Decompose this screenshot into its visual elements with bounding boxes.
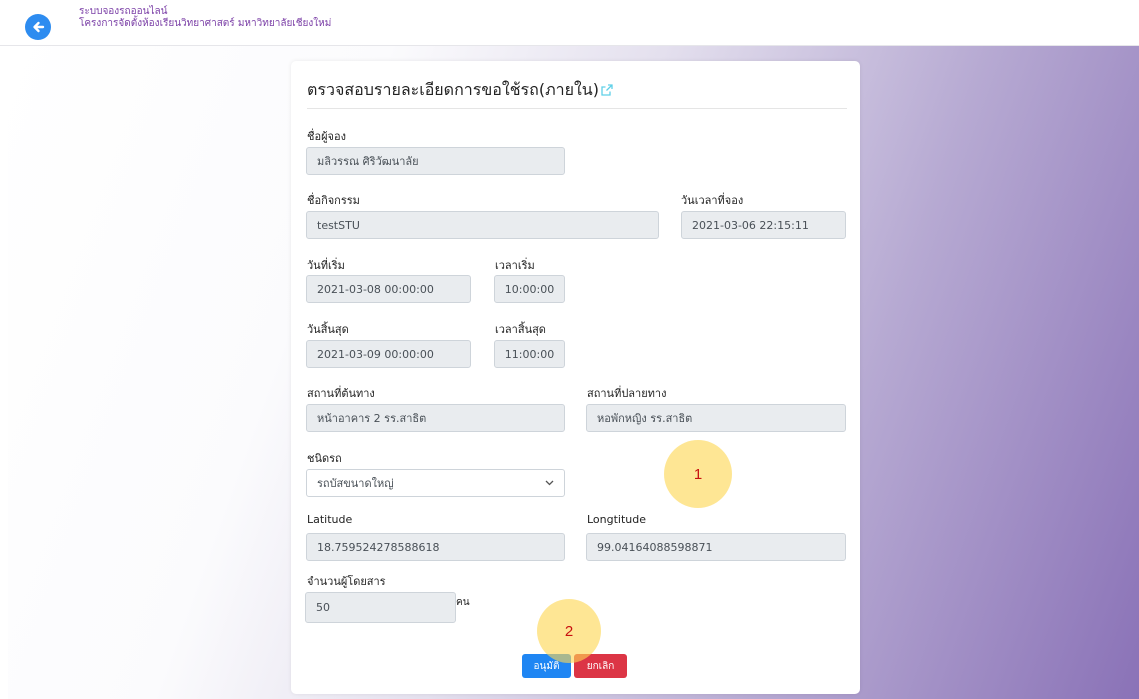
chevron-down-icon xyxy=(545,480,554,486)
annotation-marker-2: 2 xyxy=(537,599,601,663)
back-button[interactable] xyxy=(25,14,51,40)
longitude-field[interactable]: 99.04164088598871 xyxy=(586,533,846,561)
booked-at-field[interactable]: 2021-03-06 22:15:11 xyxy=(681,211,846,239)
origin-field[interactable]: หน้าอาคาร 2 รร.สาธิต xyxy=(306,404,565,432)
booker-label: ชื่อผู้จอง xyxy=(307,130,346,143)
destination-field[interactable]: หอพักหญิง รร.สาธิต xyxy=(586,404,846,432)
start-date-label: วันที่เริ่ม xyxy=(307,259,345,272)
divider xyxy=(307,108,847,109)
top-bar: ระบบจองรถออนไลน์ โครงการจัดตั้งห้องเรียน… xyxy=(0,0,1139,46)
vehicle-selected: รถบัสขนาดใหญ่ xyxy=(317,477,394,490)
arrow-left-icon xyxy=(33,21,45,33)
brand-line1: ระบบจองรถออนไลน์ xyxy=(79,6,168,17)
latitude-field[interactable]: 18.759524278588618 xyxy=(306,533,565,561)
vehicle-label: ชนิดรถ xyxy=(307,452,342,465)
page-title: ตรวจสอบรายละเอียดการขอใช้รถ(ภายใน) xyxy=(307,78,613,103)
title-text: ตรวจสอบรายละเอียดการขอใช้รถ(ภายใน) xyxy=(307,80,599,99)
end-time-field[interactable]: 11:00:00 xyxy=(494,340,565,368)
booker-field[interactable]: มลิวรรณ ศิริวัฒนาลัย xyxy=(306,147,565,175)
start-time-label: เวลาเริ่ม xyxy=(495,259,535,272)
activity-field[interactable]: testSTU xyxy=(306,211,659,239)
origin-label: สถานที่ต้นทาง xyxy=(307,387,375,400)
end-date-label: วันสิ้นสุด xyxy=(307,323,349,336)
vehicle-select[interactable]: รถบัสขนาดใหญ่ xyxy=(306,469,565,497)
latitude-label: Latitude xyxy=(307,513,353,526)
longitude-label: Longtitude xyxy=(587,513,647,526)
brand: ระบบจองรถออนไลน์ โครงการจัดตั้งห้องเรียน… xyxy=(79,6,331,30)
end-time-label: เวลาสิ้นสุด xyxy=(495,323,546,336)
start-date-field[interactable]: 2021-03-08 00:00:00 xyxy=(306,275,471,303)
passengers-unit: คน xyxy=(456,597,470,608)
booked-at-label: วันเวลาที่จอง xyxy=(681,194,744,207)
start-time-field[interactable]: 10:00:00 xyxy=(494,275,565,303)
destination-label: สถานที่ปลายทาง xyxy=(587,387,667,400)
activity-label: ชื่อกิจกรรม xyxy=(307,194,360,207)
passengers-label: จำนวนผู้โดยสาร xyxy=(307,575,386,588)
passengers-field[interactable]: 50 xyxy=(305,592,456,623)
brand-line2: โครงการจัดตั้งห้องเรียนวิทยาศาสตร์ มหาวิ… xyxy=(79,18,332,29)
external-link-icon[interactable] xyxy=(601,84,613,96)
annotation-marker-1: 1 xyxy=(664,440,732,508)
end-date-field[interactable]: 2021-03-09 00:00:00 xyxy=(306,340,471,368)
